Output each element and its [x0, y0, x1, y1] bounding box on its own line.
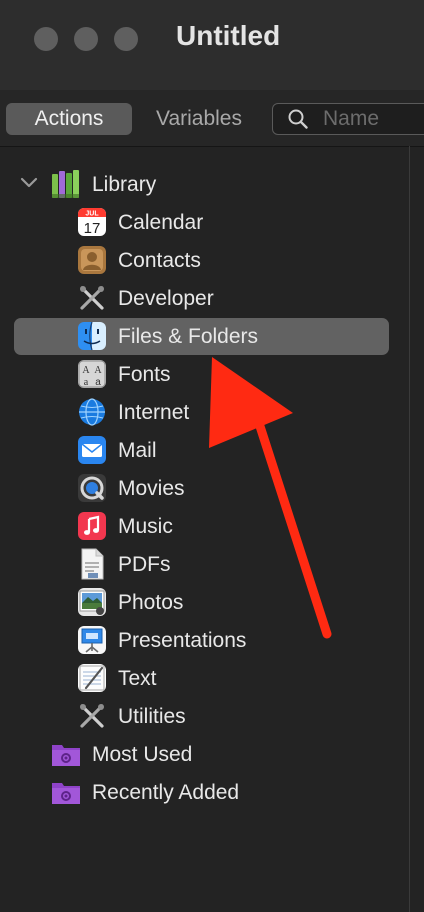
library-item-label: Contacts: [118, 249, 201, 272]
contacts-icon: [78, 246, 106, 274]
library-item-music[interactable]: Music: [0, 507, 409, 545]
library-item-label: Fonts: [118, 363, 171, 386]
library-item-photos[interactable]: Photos: [0, 583, 409, 621]
svg-text:a: a: [95, 377, 101, 388]
library-label: Library: [92, 173, 157, 196]
pane-divider[interactable]: [409, 146, 410, 912]
calendar-icon: JUL 17: [78, 208, 106, 236]
library-item-utilities[interactable]: Utilities: [0, 697, 409, 735]
library-item-presentations[interactable]: Presentations: [0, 621, 409, 659]
smart-group-label: Most Used: [92, 743, 193, 766]
library-item-calendar[interactable]: JUL 17 Calendar: [0, 203, 409, 241]
svg-text:a: a: [84, 377, 89, 388]
pdf-icon: [79, 548, 105, 585]
library-item-label: PDFs: [118, 553, 171, 576]
library-item-label: Text: [118, 667, 157, 690]
minimize-window-button[interactable]: [74, 27, 98, 51]
library-item-label: Presentations: [118, 629, 247, 652]
library-group[interactable]: Library: [0, 165, 409, 203]
library-item-label: Internet: [118, 401, 190, 424]
close-window-button[interactable]: [34, 27, 58, 51]
svg-text:JUL: JUL: [85, 211, 99, 218]
svg-text:A: A: [94, 365, 102, 376]
library-item-fonts[interactable]: A A a a Fonts: [0, 355, 409, 393]
music-icon: [78, 512, 106, 540]
svg-text:A: A: [82, 365, 90, 376]
search-icon: [287, 108, 309, 135]
window-title: Untitled: [176, 20, 281, 51]
developer-tools-icon: [78, 284, 106, 312]
library-item-label: Mail: [118, 439, 157, 462]
library-item-label: Files & Folders: [118, 325, 259, 348]
library-list: Library JUL 17 Calendar Contacts Develop…: [0, 146, 409, 912]
zoom-window-button[interactable]: [114, 27, 138, 51]
text-icon: [78, 664, 106, 692]
library-item-label: Utilities: [118, 705, 186, 728]
library-toolbar: Actions Variables Name: [0, 90, 424, 147]
finder-icon: [78, 322, 106, 350]
presentation-icon: [78, 626, 106, 654]
search-placeholder: Name: [323, 107, 380, 130]
library-item-label: Photos: [118, 591, 184, 614]
mail-icon: [78, 436, 106, 464]
library-item-pdfs[interactable]: PDFs: [0, 545, 409, 583]
utilities-icon: [78, 702, 106, 730]
library-item-label: Developer: [118, 287, 214, 310]
smart-folder-icon: [51, 779, 81, 810]
chevron-down-icon[interactable]: [20, 176, 38, 194]
library-item-movies[interactable]: Movies: [0, 469, 409, 507]
fonts-icon: A A a a: [78, 360, 106, 388]
library-item-label: Calendar: [118, 211, 204, 234]
search-field[interactable]: Name: [272, 103, 424, 135]
library-item-label: Music: [118, 515, 173, 538]
smart-group-label: Recently Added: [92, 781, 240, 804]
tab-actions[interactable]: Actions: [6, 103, 132, 135]
library-item-files-folders[interactable]: Files & Folders: [0, 317, 409, 355]
tab-variables[interactable]: Variables: [140, 103, 258, 135]
library-item-label: Movies: [118, 477, 185, 500]
smart-group-recently-added[interactable]: Recently Added: [0, 773, 409, 811]
globe-icon: [77, 397, 107, 432]
library-item-mail[interactable]: Mail: [0, 431, 409, 469]
library-item-text[interactable]: Text: [0, 659, 409, 697]
title-bar: Untitled: [0, 0, 424, 91]
photos-icon: [78, 588, 106, 616]
library-item-internet[interactable]: Internet: [0, 393, 409, 431]
smart-folder-icon: [51, 741, 81, 772]
smart-group-most-used[interactable]: Most Used: [0, 735, 409, 773]
library-icon: [50, 168, 82, 205]
quicktime-icon: [78, 474, 106, 502]
svg-text:17: 17: [84, 220, 101, 236]
library-item-developer[interactable]: Developer: [0, 279, 409, 317]
library-item-contacts[interactable]: Contacts: [0, 241, 409, 279]
